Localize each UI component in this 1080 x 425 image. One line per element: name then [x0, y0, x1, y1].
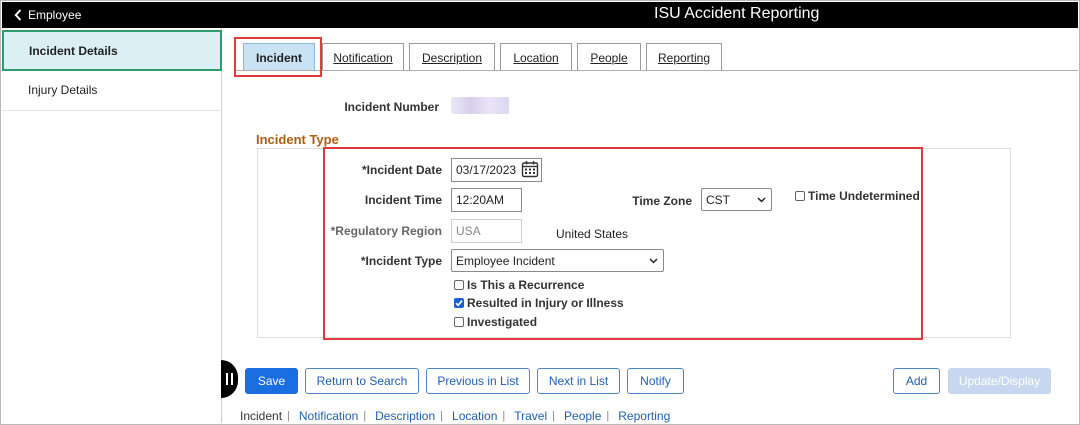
bottom-link-people[interactable]: People	[564, 409, 601, 423]
return-to-search-button[interactable]: Return to Search	[305, 368, 419, 394]
bottom-link-description[interactable]: Description	[375, 409, 435, 423]
incident-type-value: Employee Incident	[456, 253, 555, 268]
previous-in-list-button[interactable]: Previous in List	[426, 368, 530, 394]
tab-label: Description	[421, 50, 483, 65]
nav-item-label: Incident Details	[29, 43, 118, 58]
regulatory-region-label: *Regulatory Region	[330, 224, 442, 238]
tab-label: Reporting	[657, 50, 711, 65]
tab-reporting[interactable]: Reporting	[646, 43, 722, 71]
tab-incident[interactable]: Incident	[243, 43, 315, 71]
chevron-down-icon	[757, 197, 766, 203]
time-zone-label: Time Zone	[632, 194, 692, 208]
chevron-down-icon	[649, 258, 658, 264]
incident-type-label: *Incident Type	[360, 254, 442, 268]
notify-button[interactable]: Notify	[627, 368, 684, 394]
tab-label: Incident	[255, 50, 302, 65]
regulatory-region-description: United States	[556, 227, 629, 241]
nav-item-label: Injury Details	[28, 83, 98, 97]
tab-label: Location	[513, 50, 559, 65]
time-undetermined-row: Time Undetermined	[795, 189, 920, 203]
injury-illness-checkbox[interactable]	[454, 298, 464, 308]
bottom-link-travel[interactable]: Travel	[514, 409, 547, 423]
incident-number-value-redacted	[451, 97, 509, 114]
recurrence-checkbox[interactable]	[454, 280, 464, 290]
tab-description[interactable]: Description	[409, 43, 495, 71]
incident-time-input[interactable]: 12:20AM	[451, 188, 522, 212]
incident-time-label: Incident Time	[364, 193, 442, 207]
link-separator: |	[363, 410, 367, 422]
nav-item-injury-details[interactable]: Injury Details	[2, 70, 222, 111]
nav-item-incident-details[interactable]: Incident Details	[2, 30, 222, 71]
chevron-left-icon	[14, 9, 22, 21]
bottom-link-notification[interactable]: Notification	[299, 409, 358, 423]
tab-notification[interactable]: Notification	[322, 43, 404, 71]
bottom-link-location[interactable]: Location	[452, 409, 497, 423]
time-zone-value: CST	[706, 192, 730, 207]
recurrence-row: Is This a Recurrence	[454, 278, 584, 292]
tab-location[interactable]: Location	[500, 43, 572, 71]
section-title-incident-type: Incident Type	[256, 132, 339, 147]
add-button[interactable]: Add	[893, 368, 940, 394]
investigated-label: Investigated	[467, 315, 538, 329]
calendar-icon[interactable]	[521, 160, 539, 178]
incident-time-value: 12:20AM	[456, 193, 505, 207]
link-separator: |	[287, 410, 290, 422]
bottom-page-links: Incident | Notification | Description | …	[240, 409, 670, 423]
link-separator: |	[606, 410, 610, 422]
save-button[interactable]: Save	[245, 368, 298, 394]
link-separator: |	[552, 410, 556, 422]
next-in-list-button[interactable]: Next in List	[537, 368, 620, 394]
back-to-employee-button[interactable]: Employee	[14, 7, 81, 23]
regulatory-region-input: USA	[451, 219, 522, 243]
incident-type-select[interactable]: Employee Incident	[451, 249, 664, 272]
grip-bar	[231, 373, 233, 385]
recurrence-label: Is This a Recurrence	[467, 278, 585, 292]
checkmark-icon	[455, 300, 463, 307]
incident-date-value: 03/17/2023	[456, 163, 517, 177]
tab-underline	[234, 70, 1078, 71]
investigated-checkbox[interactable]	[454, 317, 464, 327]
incident-number-label: Incident Number	[344, 100, 439, 114]
top-bar: Employee ISU Accident Reporting	[2, 2, 1078, 28]
back-label: Employee	[28, 8, 82, 22]
incident-date-label: *Incident Date	[361, 163, 442, 177]
time-zone-select[interactable]: CST	[701, 188, 772, 211]
injury-illness-label: Resulted in Injury or Illness	[467, 296, 624, 310]
page-title: ISU Accident Reporting	[654, 5, 820, 22]
link-separator: |	[502, 410, 506, 422]
link-separator: |	[440, 410, 444, 422]
tab-people[interactable]: People	[577, 43, 641, 71]
time-undetermined-label: Time Undetermined	[808, 189, 920, 203]
time-undetermined-checkbox[interactable]	[795, 191, 805, 201]
tab-label: Notification	[333, 50, 393, 65]
regulatory-region-value: USA	[456, 224, 481, 238]
left-navigation: Incident Details Injury Details	[2, 29, 222, 423]
grip-bar	[226, 373, 228, 385]
bottom-link-reporting[interactable]: Reporting	[618, 409, 670, 423]
tab-label: People	[590, 50, 628, 65]
bottom-link-incident-current: Incident	[240, 409, 283, 423]
investigated-row: Investigated	[454, 315, 537, 329]
update-display-button: Update/Display	[948, 368, 1051, 394]
injury-illness-row: Resulted in Injury or Illness	[454, 296, 624, 310]
